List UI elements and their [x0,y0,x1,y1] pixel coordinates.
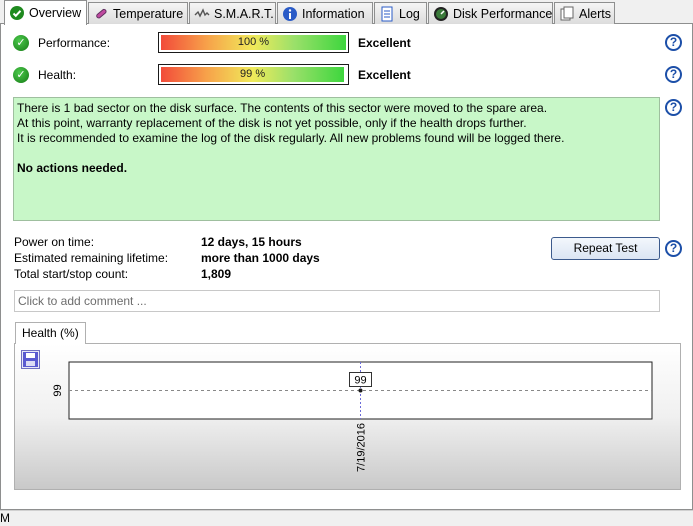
health-chart-panel: 99 99 7/19/2016 [14,343,681,490]
health-bar: 99 % [158,64,349,85]
health-rating: Excellent [358,68,411,82]
power-on-time-value: 12 days, 15 hours [201,235,302,249]
performance-ok-icon: ✓ [13,35,29,51]
log-icon [381,6,393,21]
start-stop-count-label: Total start/stop count: [14,267,129,281]
power-on-time-label: Power on time: [14,235,95,249]
tab-overview[interactable]: Overview [4,0,87,25]
overview-panel: ✓ Performance: 100 % Excellent ? ✓ Healt… [0,24,693,510]
start-stop-count-value: 1,809 [201,267,232,281]
x-tick-label: 7/19/2016 [356,423,368,472]
speedometer-icon [434,6,448,21]
message-help-icon[interactable]: ? [665,99,682,116]
health-ok-icon: ✓ [13,67,29,83]
remaining-lifetime-label: Estimated remaining lifetime: [14,251,169,265]
remaining-lifetime-value: more than 1000 days [201,251,320,265]
status-bar: M [0,510,693,526]
message-line: There is 1 bad sector on the disk surfac… [17,101,548,115]
status-message-box: There is 1 bad sector on the disk surfac… [13,97,660,221]
tab-label: Information [302,6,365,21]
performance-rating: Excellent [358,36,411,50]
tab-smart[interactable]: S.M.A.R.T. [189,2,276,24]
thermometer-icon [96,8,107,18]
tab-label: Disk Performance [453,6,553,21]
tab-log[interactable]: Log [374,2,427,24]
comment-input[interactable]: Click to add comment ... [14,290,660,312]
smart-icon [194,7,210,18]
tab-label: Alerts [579,6,611,21]
tab-label: Log [399,6,420,21]
health-label: Health: [38,68,77,82]
health-chart: 99 99 7/19/2016 [52,361,653,472]
repeat-test-help-icon[interactable]: ? [665,240,682,257]
performance-label: Performance: [38,36,111,50]
tab-label: Overview [29,6,82,20]
health-bar-fill: 99 % [161,67,345,82]
tab-temperature[interactable]: Temperature [88,2,188,24]
message-line: It is recommended to examine the log of … [17,131,565,145]
tab-disk-performance[interactable]: Disk Performance [428,2,553,24]
info-icon [283,6,297,21]
message-line: At this point, warranty replacement of t… [17,116,527,130]
tab-label: Temperature [113,6,184,21]
tab-label: S.M.A.R.T. [214,6,274,21]
alerts-icon [560,6,574,20]
performance-help-icon[interactable]: ? [665,34,682,51]
health-help-icon[interactable]: ? [665,66,682,83]
y-tick-label: 99 [52,384,64,396]
tab-strip: Overview Temperature S.M.A.R.T. Informat… [0,0,693,25]
data-label: 99 [354,375,366,387]
performance-bar: 100 % [158,32,349,53]
message-conclusion: No actions needed. [17,161,128,175]
performance-bar-fill: 100 % [161,35,346,50]
check-circle-icon [10,6,24,20]
status-text: M [0,511,10,525]
tab-information[interactable]: Information [277,2,373,24]
repeat-test-button[interactable]: Repeat Test [551,237,660,260]
tab-alerts[interactable]: Alerts [554,2,615,24]
data-point [358,388,363,393]
tab-health-chart[interactable]: Health (%) [15,322,86,344]
